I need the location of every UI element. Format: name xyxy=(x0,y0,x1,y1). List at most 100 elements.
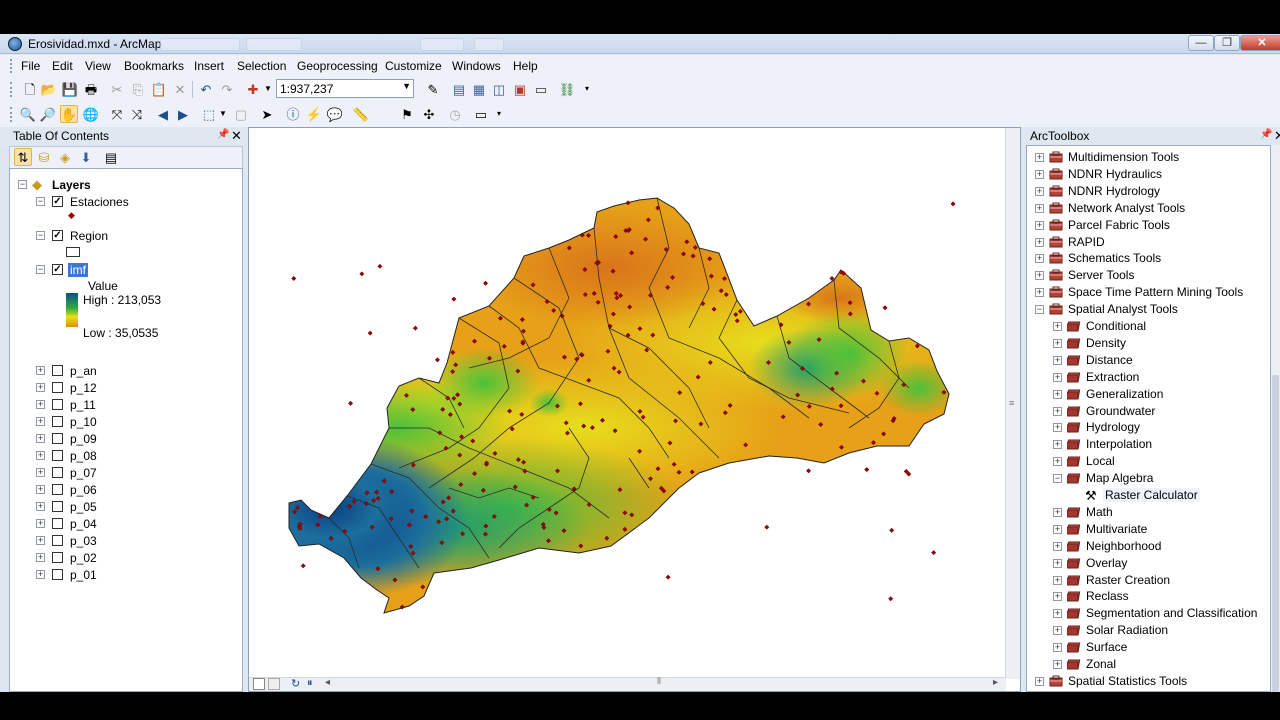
expand-icon[interactable]: + xyxy=(36,451,45,460)
menu-selection[interactable]: Selection xyxy=(237,59,286,73)
minimize-button[interactable]: — xyxy=(1188,35,1214,51)
close-icon[interactable]: ✕ xyxy=(1274,128,1280,144)
time-slider-icon[interactable]: ◷ xyxy=(446,105,464,123)
layer-visibility-checkbox[interactable] xyxy=(52,365,63,376)
chevron-down-icon[interactable]: ▼ xyxy=(214,105,232,123)
toolbar-options-icon[interactable]: ▾ xyxy=(578,80,596,98)
expand-icon[interactable]: + xyxy=(1053,524,1062,534)
layout-view-button[interactable] xyxy=(268,678,280,690)
expand-icon[interactable]: + xyxy=(1053,575,1062,585)
map-vertical-scrollbar[interactable]: ≡ xyxy=(1005,128,1020,679)
collapse-icon[interactable]: − xyxy=(18,180,27,189)
collapse-icon[interactable]: − xyxy=(36,231,45,240)
identify-icon[interactable]: ⓘ xyxy=(284,105,302,123)
measure-icon[interactable]: 📏 xyxy=(352,105,370,123)
menu-file[interactable]: File xyxy=(21,59,40,73)
collapse-icon[interactable]: − xyxy=(36,265,45,274)
go-back-icon[interactable]: ◀ xyxy=(154,105,172,123)
redo-icon[interactable]: ↷ xyxy=(218,80,236,98)
expand-icon[interactable]: + xyxy=(1053,626,1062,636)
menu-customize[interactable]: Customize xyxy=(385,59,442,73)
toolbar-grip[interactable] xyxy=(10,82,13,97)
layer-visibility-checkbox[interactable]: ✓ xyxy=(52,264,63,275)
expand-icon[interactable]: + xyxy=(1053,660,1062,669)
layer-visibility-checkbox[interactable] xyxy=(52,382,63,393)
menu-insert[interactable]: Insert xyxy=(194,59,224,73)
new-document-icon[interactable]: 🗋 xyxy=(21,80,39,98)
data-view-button[interactable] xyxy=(253,678,265,690)
toolbar-options-icon[interactable]: ▾ xyxy=(490,105,508,123)
list-by-drawing-order-icon[interactable]: ⇅ xyxy=(14,148,32,166)
toolbar-grip[interactable] xyxy=(10,107,13,122)
layer-visibility-checkbox[interactable] xyxy=(52,552,63,563)
refresh-icon[interactable]: ↻ xyxy=(291,677,300,690)
scrollbar-thumb[interactable] xyxy=(1272,375,1279,692)
zoom-out-icon[interactable]: 🔎 xyxy=(39,105,57,123)
model-builder-icon[interactable]: ⛓ xyxy=(558,80,576,98)
python-window-icon[interactable]: ▭ xyxy=(532,80,550,98)
delete-icon[interactable]: ✕ xyxy=(171,80,189,98)
close-icon[interactable]: ✕ xyxy=(231,128,242,144)
expand-icon[interactable]: + xyxy=(1035,676,1044,686)
chevron-down-icon[interactable]: ▼ xyxy=(259,80,277,98)
pin-icon[interactable]: 📌 xyxy=(217,129,229,140)
expand-icon[interactable]: + xyxy=(36,502,45,511)
maximize-button[interactable]: ❐ xyxy=(1214,35,1240,51)
undo-icon[interactable]: ↶ xyxy=(197,80,215,98)
expand-icon[interactable]: + xyxy=(1053,372,1062,382)
expand-icon[interactable]: + xyxy=(1053,440,1062,450)
expand-icon[interactable]: + xyxy=(1053,541,1062,551)
expand-icon[interactable]: + xyxy=(36,434,45,443)
close-button[interactable]: ✕ xyxy=(1240,35,1280,51)
go-forward-icon[interactable]: ▶ xyxy=(174,105,192,123)
expand-icon[interactable]: + xyxy=(1035,288,1044,298)
zoom-in-icon[interactable]: 🔍 xyxy=(19,105,37,123)
collapse-icon[interactable]: − xyxy=(36,197,45,206)
expand-icon[interactable]: + xyxy=(1053,643,1062,653)
expand-icon[interactable]: + xyxy=(36,400,45,409)
pan-icon[interactable]: ✋ xyxy=(60,105,78,123)
menu-geoprocessing[interactable]: Geoprocessing xyxy=(297,59,378,73)
menu-bookmarks[interactable]: Bookmarks xyxy=(124,59,184,73)
expand-icon[interactable]: + xyxy=(1053,592,1062,602)
expand-icon[interactable]: + xyxy=(1035,169,1044,179)
layer-visibility-checkbox[interactable] xyxy=(52,569,63,580)
fixed-zoom-out-icon[interactable]: ⤨ xyxy=(128,105,146,123)
expand-icon[interactable]: + xyxy=(1053,406,1062,416)
layer-visibility-checkbox[interactable] xyxy=(52,484,63,495)
editor-toolbar-icon[interactable]: ✎ xyxy=(424,80,442,98)
layer-visibility-checkbox[interactable] xyxy=(52,433,63,444)
expand-icon[interactable]: + xyxy=(36,553,45,562)
expand-icon[interactable]: + xyxy=(36,570,45,579)
scroll-left-icon[interactable]: ◂ xyxy=(325,677,330,688)
menu-help[interactable]: Help xyxy=(513,59,538,73)
create-viewer-window-icon[interactable]: ▭ xyxy=(472,105,490,123)
expand-icon[interactable]: + xyxy=(36,519,45,528)
expand-icon[interactable]: + xyxy=(1053,558,1062,568)
options-icon[interactable]: ▤ xyxy=(102,148,120,166)
find-route-icon[interactable]: ⚑ xyxy=(398,105,416,123)
expand-icon[interactable]: + xyxy=(36,485,45,494)
expand-icon[interactable]: + xyxy=(36,468,45,477)
expand-icon[interactable]: + xyxy=(1035,153,1044,162)
menu-windows[interactable]: Windows xyxy=(452,59,501,73)
list-by-visibility-icon[interactable]: ◈ xyxy=(56,148,74,166)
layer-visibility-checkbox[interactable] xyxy=(52,467,63,478)
toolbar-grip[interactable] xyxy=(10,59,13,73)
clear-selection-icon[interactable]: ▢ xyxy=(232,105,250,123)
paste-icon[interactable]: 📋 xyxy=(150,80,168,98)
hyperlink-icon[interactable]: ⚡ xyxy=(305,105,323,123)
expand-icon[interactable]: + xyxy=(36,383,45,392)
expand-icon[interactable]: + xyxy=(1053,609,1062,619)
map-canvas[interactable] xyxy=(249,128,1006,679)
layer-visibility-checkbox[interactable] xyxy=(52,501,63,512)
layer-visibility-checkbox[interactable] xyxy=(52,518,63,529)
expand-icon[interactable]: + xyxy=(36,366,45,375)
chevron-down-icon[interactable]: ▼ xyxy=(402,81,411,91)
expand-icon[interactable]: + xyxy=(1035,220,1044,230)
collapse-icon[interactable]: − xyxy=(1035,305,1044,315)
pause-drawing-icon[interactable]: ⏸ xyxy=(307,677,313,690)
map-horizontal-scrollbar[interactable]: ↻ ⏸ ◂ ⦀ ▸ xyxy=(249,676,1006,691)
full-extent-icon[interactable]: 🌐 xyxy=(82,105,100,123)
menu-view[interactable]: View xyxy=(85,59,111,73)
